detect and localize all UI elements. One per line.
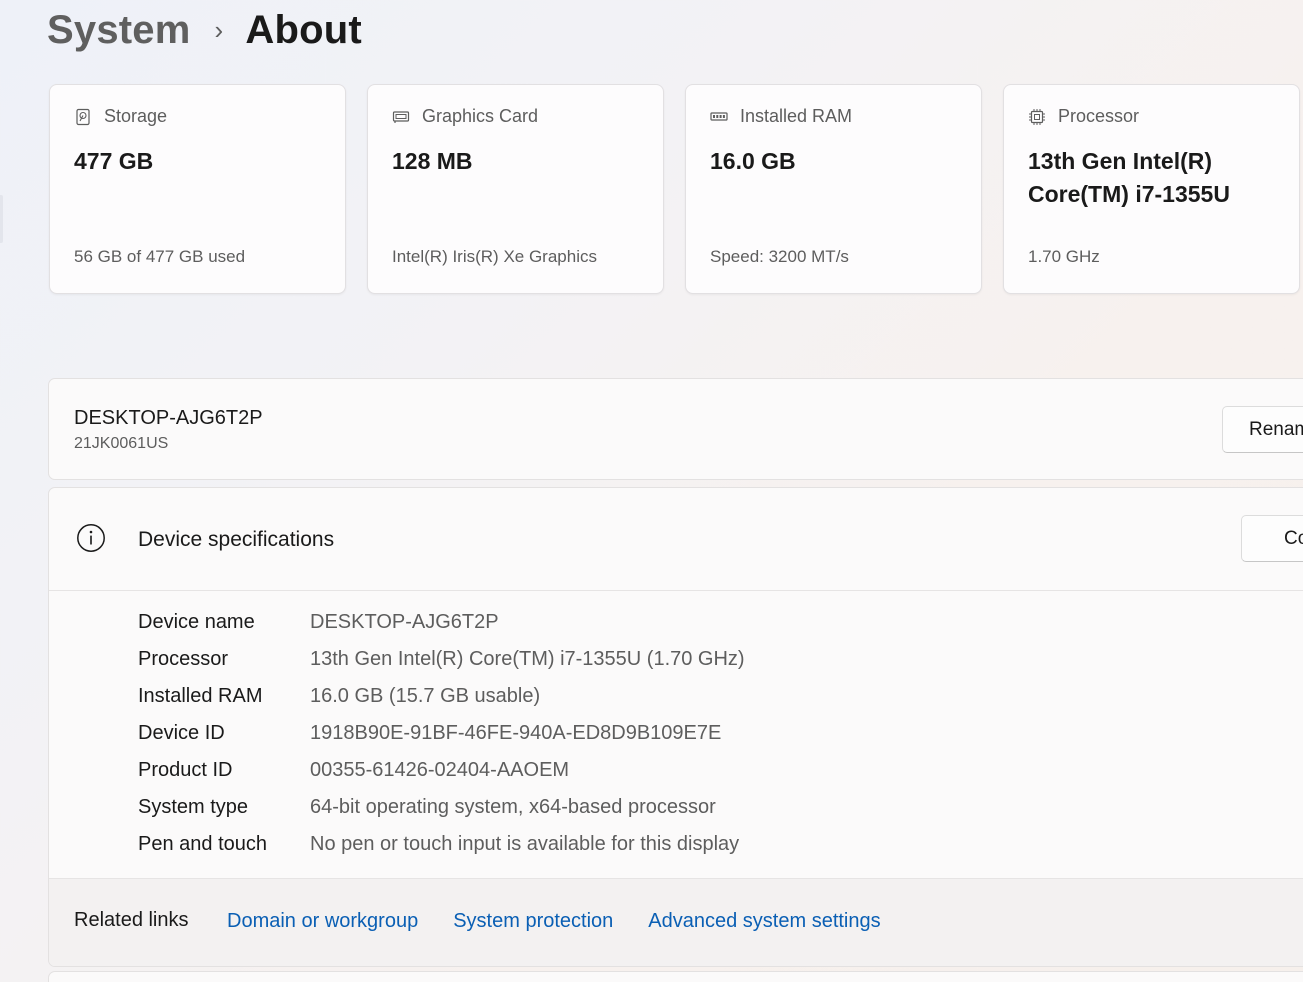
spec-label: Device ID bbox=[138, 722, 225, 744]
card-subtitle: 1.70 GHz bbox=[1028, 247, 1100, 266]
spec-value: 64-bit operating system, x64-based proce… bbox=[310, 796, 716, 818]
spec-value: 00355-61426-02404-AAOEM bbox=[310, 759, 570, 781]
window-edge-indicator bbox=[0, 195, 3, 243]
spec-value: 16.0 GB (15.7 GB usable) bbox=[310, 685, 541, 707]
card-title: Storage bbox=[104, 106, 168, 126]
info-icon bbox=[77, 524, 105, 552]
spec-row: Installed RAM 16.0 GB (15.7 GB usable) bbox=[138, 678, 745, 715]
spec-label: Product ID bbox=[138, 759, 233, 781]
spec-value: 13th Gen Intel(R) Core(TM) i7-1355U (1.7… bbox=[310, 648, 745, 670]
spec-row: System type 64-bit operating system, x64… bbox=[138, 789, 745, 826]
spec-label: Pen and touch bbox=[138, 833, 267, 855]
card-title: Processor bbox=[1058, 106, 1140, 126]
device-name-panel: DESKTOP-AJG6T2P 21JK0061US Renam bbox=[48, 378, 1303, 480]
processor-icon bbox=[1029, 108, 1045, 125]
card-subtitle: Speed: 3200 MT/s bbox=[710, 247, 849, 266]
card-subtitle: Intel(R) Iris(R) Xe Graphics bbox=[392, 247, 597, 266]
chevron-right-icon: › bbox=[214, 14, 224, 45]
page-title: About bbox=[245, 7, 362, 52]
installed-ram-card: Installed RAM 16.0 GB Speed: 3200 MT/s bbox=[685, 84, 982, 294]
advanced-system-settings-link[interactable]: Advanced system settings bbox=[648, 910, 880, 933]
card-value: 477 GB bbox=[74, 148, 154, 174]
spec-row: Product ID 00355-61426-02404-AAOEM bbox=[138, 752, 745, 789]
device-specifications-title: Device specifications bbox=[138, 528, 335, 551]
card-value: 16.0 GB bbox=[710, 148, 796, 174]
spec-label: Processor bbox=[138, 648, 229, 670]
next-settings-panel bbox=[48, 971, 1303, 982]
spec-row: Device name DESKTOP-AJG6T2P bbox=[138, 604, 745, 641]
spec-label: System type bbox=[138, 796, 249, 818]
storage-icon bbox=[76, 108, 90, 125]
spec-label: Device name bbox=[138, 611, 255, 633]
card-title: Installed RAM bbox=[740, 106, 853, 126]
graphics-card-icon bbox=[392, 110, 410, 123]
spec-value: DESKTOP-AJG6T2P bbox=[310, 611, 499, 633]
spec-row: Pen and touch No pen or touch input is a… bbox=[138, 826, 745, 863]
copy-button[interactable]: Co bbox=[1241, 515, 1303, 562]
breadcrumb-system[interactable]: System bbox=[47, 8, 191, 53]
storage-card: Storage 477 GB 56 GB of 477 GB used bbox=[49, 84, 346, 294]
processor-card: Processor 13th Gen Intel(R) Core(TM) i7-… bbox=[1003, 84, 1300, 294]
device-specifications-header[interactable]: Device specifications Co bbox=[49, 488, 1303, 591]
ram-icon bbox=[710, 111, 728, 121]
system-protection-link[interactable]: System protection bbox=[453, 910, 613, 933]
spec-row: Processor 13th Gen Intel(R) Core(TM) i7-… bbox=[138, 641, 745, 678]
device-name: DESKTOP-AJG6T2P bbox=[74, 407, 263, 429]
card-title: Graphics Card bbox=[422, 106, 539, 126]
spec-value: 1918B90E-91BF-46FE-940A-ED8D9B109E7E bbox=[310, 722, 722, 744]
spec-list: Device name DESKTOP-AJG6T2P Processor 13… bbox=[138, 604, 745, 863]
spec-row: Device ID 1918B90E-91BF-46FE-940A-ED8D9B… bbox=[138, 715, 745, 752]
device-specifications-panel: Device specifications Co Device name DES… bbox=[48, 487, 1303, 967]
card-value: 128 MB bbox=[392, 148, 473, 174]
domain-or-workgroup-link[interactable]: Domain or workgroup bbox=[227, 910, 418, 933]
graphics-card-card: Graphics Card 128 MB Intel(R) Iris(R) Xe… bbox=[367, 84, 664, 294]
breadcrumb: System › About bbox=[47, 2, 362, 58]
spec-value: No pen or touch input is available for t… bbox=[310, 833, 740, 855]
related-links-title: Related links bbox=[74, 909, 189, 931]
card-subtitle: 56 GB of 477 GB used bbox=[74, 247, 246, 266]
rename-button[interactable]: Renam bbox=[1222, 406, 1303, 453]
spec-label: Installed RAM bbox=[138, 685, 263, 707]
related-links-bar: Related links Domain or workgroup System… bbox=[49, 878, 1303, 966]
device-model: 21JK0061US bbox=[74, 435, 169, 452]
card-value: 13th Gen Intel(R) Core(TM) i7-1355U bbox=[1028, 148, 1230, 207]
